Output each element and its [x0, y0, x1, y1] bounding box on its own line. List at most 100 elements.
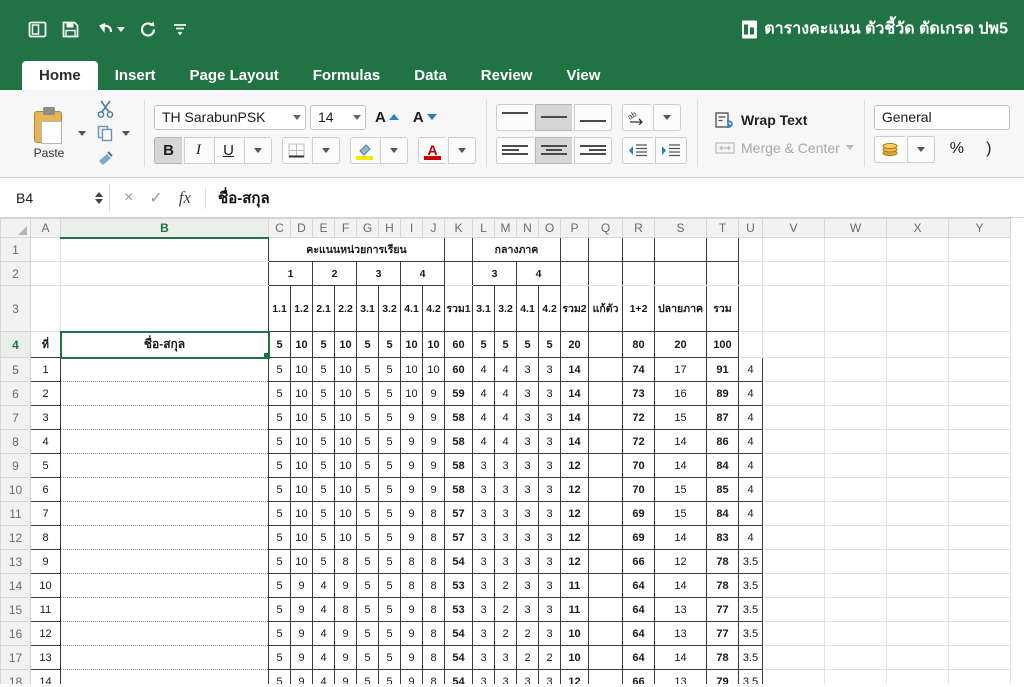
- cell-score-retake[interactable]: [588, 549, 623, 574]
- align-left-button[interactable]: [496, 136, 533, 164]
- cell-score-indicator-5[interactable]: 5: [356, 381, 379, 406]
- cell-score-sum1[interactable]: 57: [444, 525, 473, 550]
- wrap-text-button[interactable]: Wrap Text: [715, 112, 854, 128]
- font-size-caret-icon[interactable]: [353, 114, 361, 120]
- cell[interactable]: [762, 477, 825, 502]
- cell-total-header[interactable]: รวม: [706, 285, 739, 332]
- cell-score-sum2[interactable]: 12: [560, 501, 589, 526]
- cell-score-mid-2[interactable]: 3: [494, 525, 517, 550]
- cell-score-indicator-2[interactable]: 9: [290, 669, 313, 684]
- column-header-r[interactable]: R: [622, 218, 655, 238]
- cell-score-onetwo[interactable]: 64: [622, 621, 655, 646]
- cell-score-mid-4[interactable]: 3: [538, 429, 561, 454]
- tab-insert[interactable]: Insert: [98, 61, 173, 90]
- cell-indicator-7[interactable]: 4.1: [400, 285, 423, 332]
- cell-score-indicator-4[interactable]: 10: [334, 381, 357, 406]
- cell-score-sum2[interactable]: 12: [560, 669, 589, 684]
- cell-score-mid-3[interactable]: 3: [516, 525, 539, 550]
- cell-student-name[interactable]: [60, 405, 269, 430]
- cell-score-retake[interactable]: [588, 501, 623, 526]
- cell-score-indicator-1[interactable]: 5: [268, 573, 291, 598]
- row-header-15[interactable]: 15: [0, 597, 31, 622]
- row-header-6[interactable]: 6: [0, 381, 31, 406]
- column-header-a[interactable]: A: [30, 218, 61, 238]
- cell-max-indicator-2[interactable]: 10: [290, 331, 313, 358]
- cell-score-sum1[interactable]: 53: [444, 573, 473, 598]
- cell-student-name[interactable]: [60, 357, 269, 382]
- cell-score-indicator-6[interactable]: 5: [378, 429, 401, 454]
- cell[interactable]: [886, 381, 949, 406]
- decrease-font-size-button[interactable]: A: [408, 104, 442, 131]
- cell-grade[interactable]: 3.5: [738, 645, 763, 670]
- cell-score-indicator-1[interactable]: 5: [268, 549, 291, 574]
- cell-score-onetwo[interactable]: 74: [622, 357, 655, 382]
- cell-score-indicator-4[interactable]: 10: [334, 429, 357, 454]
- cell-score-mid-3[interactable]: 3: [516, 357, 539, 382]
- cell-sum1-header[interactable]: รวม1: [444, 285, 473, 332]
- select-all-corner[interactable]: [0, 218, 31, 238]
- cell-score-mid-2[interactable]: 3: [494, 549, 517, 574]
- cell[interactable]: [762, 645, 825, 670]
- fill-color-dropdown-button[interactable]: [380, 136, 408, 164]
- cell-score-sum2[interactable]: 14: [560, 405, 589, 430]
- cell-score-indicator-2[interactable]: 9: [290, 621, 313, 646]
- font-size-select[interactable]: 14: [310, 104, 366, 130]
- cell-max-indicator-1[interactable]: 5: [268, 331, 291, 358]
- cell-score-indicator-3[interactable]: 5: [312, 453, 335, 478]
- cell-score-mid-3[interactable]: 3: [516, 477, 539, 502]
- cell-score-indicator-5[interactable]: 5: [356, 501, 379, 526]
- cell-score-indicator-5[interactable]: 5: [356, 405, 379, 430]
- cell-indicator-8[interactable]: 4.2: [422, 285, 445, 332]
- column-header-o[interactable]: O: [538, 218, 561, 238]
- cell-score-mid-1[interactable]: 3: [472, 477, 495, 502]
- cell-score-final[interactable]: 15: [654, 477, 707, 502]
- cell-student-name[interactable]: [60, 501, 269, 526]
- cell-mid-unit-2[interactable]: 4: [516, 261, 561, 286]
- cell-score-indicator-3[interactable]: 5: [312, 405, 335, 430]
- tab-data[interactable]: Data: [397, 61, 464, 90]
- cell-student-no[interactable]: 2: [30, 381, 61, 406]
- cell-score-mid-4[interactable]: 3: [538, 477, 561, 502]
- column-header-g[interactable]: G: [356, 218, 379, 238]
- cell-score-mid-4[interactable]: 3: [538, 597, 561, 622]
- cell-score-indicator-1[interactable]: 5: [268, 621, 291, 646]
- cell-score-total[interactable]: 87: [706, 405, 739, 430]
- cell-score-final[interactable]: 15: [654, 405, 707, 430]
- cell[interactable]: [654, 237, 707, 262]
- cell-score-onetwo[interactable]: 70: [622, 453, 655, 478]
- row-header-14[interactable]: 14: [0, 573, 31, 598]
- cell-score-mid-3[interactable]: 3: [516, 405, 539, 430]
- cell-score-mid-2[interactable]: 3: [494, 669, 517, 684]
- cell-student-no[interactable]: 11: [30, 597, 61, 622]
- cell-score-indicator-7[interactable]: 8: [400, 549, 423, 574]
- cell-score-indicator-4[interactable]: 10: [334, 525, 357, 550]
- align-center-button[interactable]: [535, 136, 572, 164]
- cell-score-mid-4[interactable]: 3: [538, 357, 561, 382]
- cell-score-indicator-1[interactable]: 5: [268, 453, 291, 478]
- cell[interactable]: [762, 669, 825, 684]
- cell-score-retake[interactable]: [588, 429, 623, 454]
- name-box[interactable]: B4: [10, 183, 110, 212]
- cell[interactable]: [762, 381, 825, 406]
- cell[interactable]: [948, 261, 1011, 286]
- cell-score-indicator-7[interactable]: 8: [400, 573, 423, 598]
- cell-score-onetwo[interactable]: 64: [622, 597, 655, 622]
- save-icon[interactable]: [61, 20, 80, 39]
- cell-student-no[interactable]: 6: [30, 477, 61, 502]
- cell-score-final[interactable]: 14: [654, 453, 707, 478]
- cell-score-final[interactable]: 14: [654, 525, 707, 550]
- cell[interactable]: [738, 331, 763, 358]
- cell-score-sum1[interactable]: 58: [444, 429, 473, 454]
- cell-score-indicator-8[interactable]: 9: [422, 381, 445, 406]
- cell-score-sum2[interactable]: 14: [560, 381, 589, 406]
- cell-score-total[interactable]: 78: [706, 549, 739, 574]
- cell[interactable]: [886, 645, 949, 670]
- cell-score-indicator-5[interactable]: 5: [356, 621, 379, 646]
- cell[interactable]: [948, 669, 1011, 684]
- cell[interactable]: [824, 285, 887, 332]
- cell[interactable]: [886, 477, 949, 502]
- cell-score-total[interactable]: 77: [706, 597, 739, 622]
- cell-score-mid-1[interactable]: 3: [472, 501, 495, 526]
- cell-score-indicator-6[interactable]: 5: [378, 357, 401, 382]
- cell-score-onetwo[interactable]: 73: [622, 381, 655, 406]
